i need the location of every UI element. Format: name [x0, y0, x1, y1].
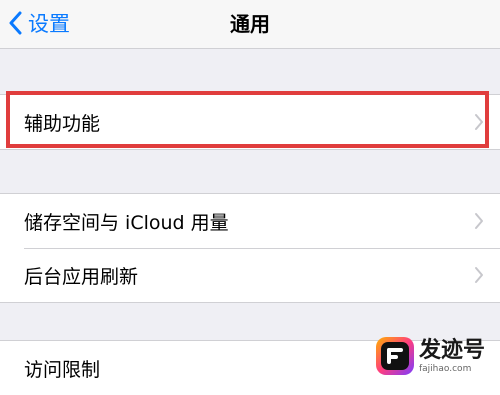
row-accessibility[interactable]: 辅助功能	[0, 95, 500, 149]
watermark-logo-icon	[376, 337, 414, 375]
row-label: 储存空间与 iCloud 用量	[24, 211, 229, 234]
row-storage-icloud[interactable]: 储存空间与 iCloud 用量	[0, 194, 500, 248]
row-label: 辅助功能	[24, 112, 101, 135]
row-label: 后台应用刷新	[24, 265, 139, 288]
settings-group-storage: 储存空间与 iCloud 用量 后台应用刷新	[0, 193, 500, 303]
row-label: 访问限制	[24, 358, 101, 381]
watermark-name: 发迹号	[419, 337, 486, 363]
navigation-bar: 设置 通用	[0, 0, 500, 49]
chevron-right-icon	[475, 267, 483, 283]
settings-group-accessibility: 辅助功能	[0, 94, 500, 150]
row-background-app-refresh[interactable]: 后台应用刷新	[0, 248, 500, 302]
chevron-right-icon	[475, 114, 483, 130]
watermark-site: fajihao.com	[419, 363, 472, 374]
chevron-right-icon	[475, 213, 483, 229]
watermark: 发迹号 fajihao.com	[375, 332, 500, 380]
page-title: 通用	[230, 11, 270, 36]
